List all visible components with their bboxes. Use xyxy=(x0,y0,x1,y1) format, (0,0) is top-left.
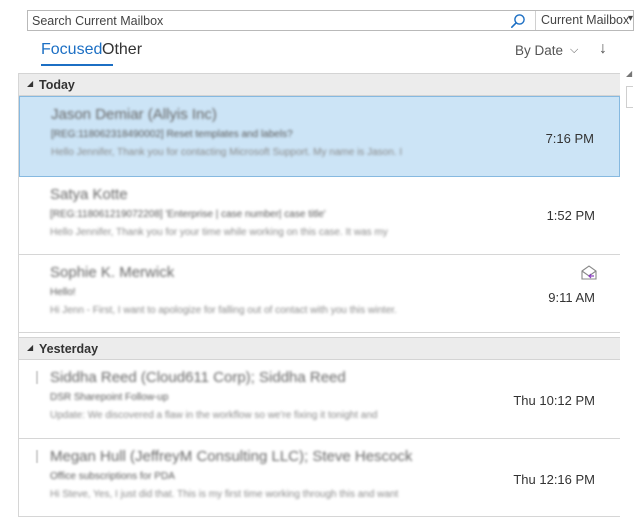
message-sender: Megan Hull (JeffreyM Consulting LLC); St… xyxy=(50,448,413,465)
message-sender: Jason Demiar (Allyis Inc) xyxy=(51,106,217,123)
message-subject: Hello! xyxy=(50,287,76,298)
message-time: Thu 12:16 PM xyxy=(513,472,595,487)
message-item[interactable]: Megan Hull (JeffreyM Consulting LLC); St… xyxy=(19,439,620,517)
tab-focused[interactable]: Focused xyxy=(41,41,102,59)
message-time: 7:16 PM xyxy=(545,131,594,146)
message-subject: [REG:118062318490002] Reset templates an… xyxy=(51,129,293,140)
collapse-caret-icon[interactable]: ◢ xyxy=(27,343,33,352)
search-bar: Current Mailbox ▾ xyxy=(27,10,634,31)
message-sender: Satya Kotte xyxy=(50,186,128,203)
search-icon[interactable] xyxy=(510,13,526,29)
vertical-scrollbar[interactable]: ◢ xyxy=(626,69,634,517)
sort-by-dropdown[interactable]: By Date xyxy=(515,43,563,58)
chevron-down-icon[interactable]: ⌵ xyxy=(570,44,578,57)
chevron-down-icon[interactable]: ▾ xyxy=(628,13,633,24)
search-input[interactable] xyxy=(32,11,502,30)
envelope-reply-icon xyxy=(581,265,597,280)
message-sender: Sophie K. Merwick xyxy=(50,264,175,281)
group-header-today[interactable]: ◢ Today xyxy=(19,73,620,96)
tab-other[interactable]: Other xyxy=(102,41,142,59)
active-tab-indicator xyxy=(41,64,113,66)
message-time: Thu 10:12 PM xyxy=(513,393,595,408)
message-preview: Hello Jennifer, Thank you for contacting… xyxy=(51,147,403,158)
message-flag-indicator xyxy=(36,371,38,384)
message-time: 9:11 AM xyxy=(548,290,595,305)
message-item[interactable]: Satya Kotte [REG:118061219072208] 'Enter… xyxy=(19,177,620,255)
message-preview: Update: We discovered a flaw in the work… xyxy=(50,410,378,421)
group-label: Today xyxy=(39,78,75,92)
group-label: Yesterday xyxy=(39,342,99,356)
message-item[interactable]: Jason Demiar (Allyis Inc) [REG:118062318… xyxy=(19,96,620,177)
message-list: ◢ Today Jason Demiar (Allyis Inc) [REG:1… xyxy=(18,73,620,517)
scrollbar-thumb[interactable] xyxy=(626,86,633,108)
message-flag-indicator xyxy=(36,450,38,463)
collapse-caret-icon[interactable]: ◢ xyxy=(27,79,33,88)
message-item[interactable]: Siddha Reed (Cloud611 Corp); Siddha Reed… xyxy=(19,360,620,439)
message-subject: DSR Sharepoint Follow-up xyxy=(50,392,169,403)
scroll-up-arrow-icon[interactable]: ◢ xyxy=(626,69,634,85)
message-sender: Siddha Reed (Cloud611 Corp); Siddha Reed xyxy=(50,369,346,386)
message-item[interactable]: Sophie K. Merwick Hello! Hi Jenn - First… xyxy=(19,255,620,333)
message-preview: Hello Jennifer, Thank you for your time … xyxy=(50,227,388,238)
search-scope-divider xyxy=(535,11,536,30)
message-subject: [REG:118061219072208] 'Enterprise | case… xyxy=(50,209,326,220)
message-preview: Hi Steve, Yes, I just did that. This is … xyxy=(50,489,399,500)
search-scope-dropdown[interactable]: Current Mailbox xyxy=(541,13,629,27)
message-time: 1:52 PM xyxy=(546,208,595,223)
mail-list-pane: Current Mailbox ▾ Focused Other By Date … xyxy=(18,0,634,517)
message-preview: Hi Jenn - First, I want to apologize for… xyxy=(50,305,397,316)
sort-direction-arrow-icon[interactable]: ↓ xyxy=(599,40,607,58)
message-subject: Office subscriptions for PDA xyxy=(50,471,175,482)
group-header-yesterday[interactable]: ◢ Yesterday xyxy=(19,337,620,360)
